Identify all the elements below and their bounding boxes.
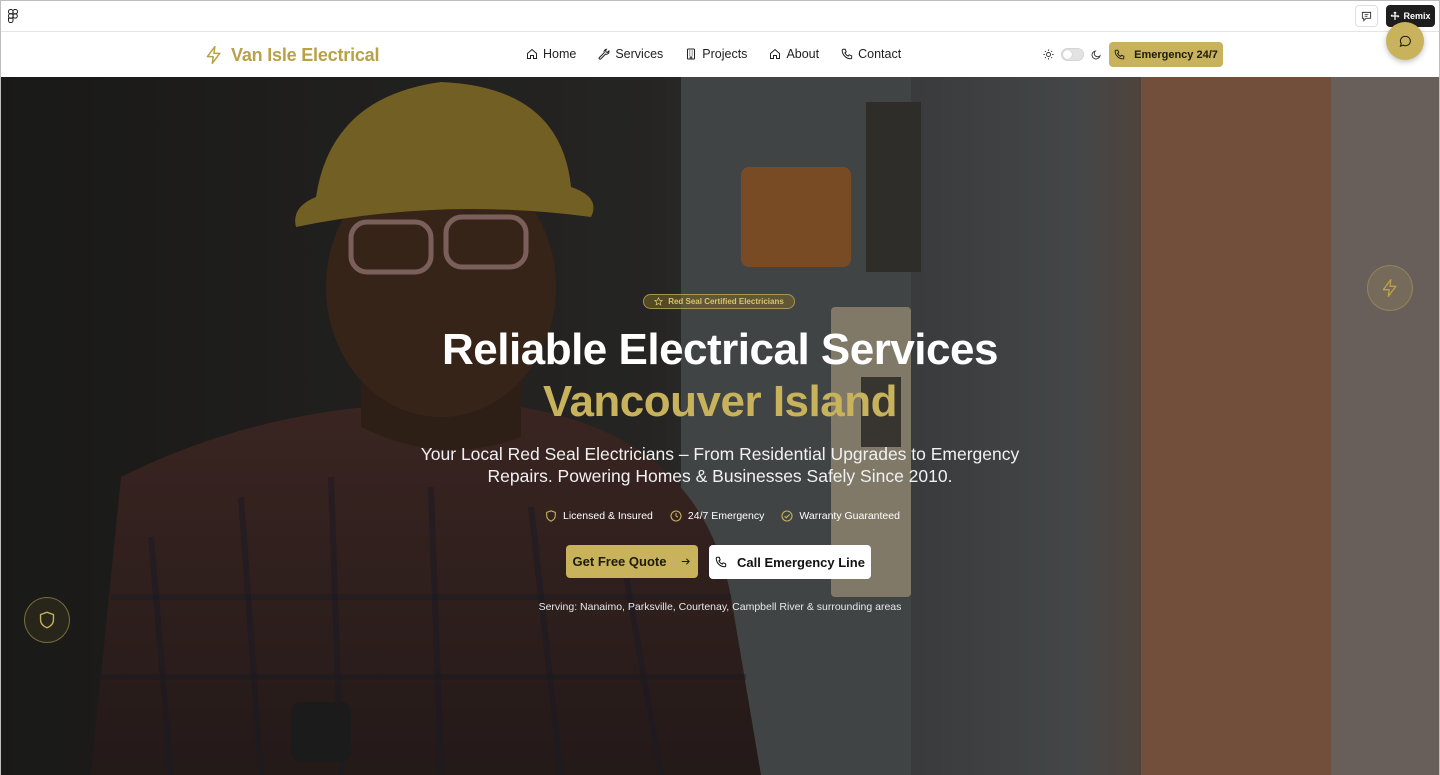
shield-icon [546,510,556,522]
feature-licensed: Licensed & Insured [545,510,653,522]
remix-label: Remix [1403,11,1431,21]
lightning-bolt-icon [1382,279,1397,297]
hero-title-highlight: Vancouver Island [543,377,897,426]
switch-knob [1063,49,1072,59]
main-nav: Home Services Projects About Contact [526,44,901,64]
remix-icon [1391,11,1400,20]
arrow-right-icon [682,558,691,565]
floating-shield-badge [24,597,70,643]
chat-icon [1399,35,1411,47]
brand-logo-link[interactable]: Van Isle Electrical [204,43,379,67]
nav-item-contact[interactable]: Contact [841,47,901,61]
nav-label: Home [543,47,577,61]
service-areas: Serving: Nanaimo, Parksville, Courtenay,… [538,601,902,613]
comment-button[interactable] [1355,5,1378,27]
nav-item-projects[interactable]: Projects [685,47,747,61]
certification-badge: Red Seal Certified Electricians [643,294,795,309]
lightning-bolt-icon [206,45,221,65]
emergency-label: Emergency 24/7 [1134,48,1218,61]
phone-icon [841,48,853,60]
app-toolbar: Remix [1,1,1439,32]
emergency-button[interactable]: Emergency 24/7 [1109,42,1223,67]
brand-name: Van Isle Electrical [231,44,380,65]
chat-button[interactable] [1386,22,1424,60]
call-emergency-button[interactable]: Call Emergency Line [709,545,871,579]
star-icon [654,297,664,306]
nav-item-home[interactable]: Home [526,47,576,61]
nav-item-about[interactable]: About [769,47,819,61]
theme-toggle[interactable] [1043,46,1102,62]
feature-label: 24/7 Emergency [687,510,765,522]
site-header: Van Isle Electrical Home Services Projec… [1,32,1439,77]
nav-label: Projects [702,47,748,61]
nav-item-services[interactable]: Services [598,47,663,61]
nav-label: Services [615,47,664,61]
hero-section: Red Seal Certified Electricians Reliable… [1,77,1439,775]
feature-label: Warranty Guaranteed [799,510,900,522]
badge-text: Red Seal Certified Electricians [668,297,784,306]
wrench-icon [598,48,610,60]
home-icon [527,48,537,59]
sun-icon [1043,48,1054,60]
theme-switch[interactable] [1061,47,1084,61]
moon-icon [1091,49,1101,59]
building-icon [687,48,696,60]
phone-icon [715,556,727,568]
feature-list: Licensed & Insured 24/7 Emergency Warran… [545,508,900,524]
figma-icon[interactable] [8,9,18,23]
feature-emergency: 24/7 Emergency [670,510,764,522]
shield-icon [39,611,55,629]
feature-warranty: Warranty Guaranteed [781,510,900,522]
hero-subtitle: Your Local Red Seal Electricians – From … [420,444,1020,486]
nav-label: About [786,47,820,61]
nav-label: Contact [858,47,902,61]
comment-icon [1361,11,1372,22]
phone-icon [1114,49,1125,60]
hero-title: Reliable Electrical Services [442,325,998,374]
get-free-quote-button[interactable]: Get Free Quote [566,545,698,578]
feature-label: Licensed & Insured [563,510,653,522]
home-icon [770,48,781,59]
cta-label: Get Free Quote [572,554,667,569]
floating-bolt-badge [1367,265,1413,311]
clock-icon [670,510,682,522]
check-circle-icon [781,510,793,522]
cta-label: Call Emergency Line [737,554,865,570]
